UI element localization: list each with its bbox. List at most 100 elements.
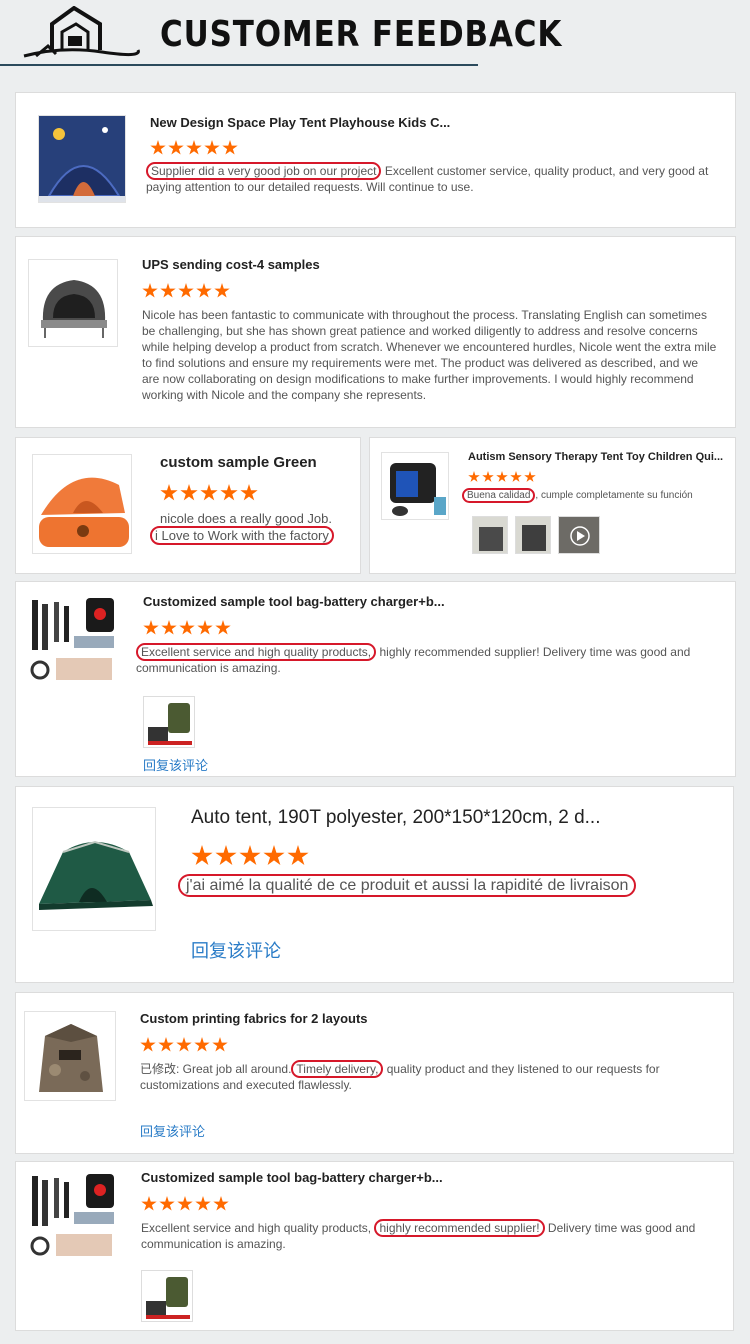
star-icon	[158, 1037, 174, 1052]
rating-stars	[468, 471, 536, 483]
review-text-line: i Love to Work with the factory	[150, 526, 334, 545]
star-icon	[191, 845, 213, 866]
review-text: 已修改: Great job all around. Timely deliver…	[140, 1060, 660, 1092]
star-icon	[195, 1196, 211, 1211]
star-icon	[160, 484, 178, 501]
rating-stars	[143, 620, 231, 636]
review-text: Supplier did a very good job on our proj…	[146, 162, 709, 194]
rating-stars	[140, 1037, 228, 1053]
star-icon	[213, 1196, 229, 1211]
page-title: CUSTOMER FEEDBACK	[160, 14, 563, 55]
star-icon	[179, 620, 195, 635]
star-icon	[180, 484, 198, 501]
star-icon	[178, 283, 194, 298]
star-icon	[176, 1037, 192, 1052]
review-product-title[interactable]: Customized sample tool bag-battery charg…	[141, 1170, 443, 1185]
star-icon	[468, 471, 480, 482]
highlighted-phrase: Buena calidad	[462, 488, 536, 503]
header-divider	[0, 64, 478, 66]
reply-link[interactable]: 回复该评论	[140, 1121, 205, 1140]
star-icon	[204, 140, 220, 155]
review-card: UPS sending cost-4 samples Nicole has be…	[15, 236, 736, 428]
star-icon	[196, 283, 212, 298]
review-text: Excellent service and high quality produ…	[136, 643, 691, 675]
star-icon	[160, 283, 176, 298]
star-icon	[263, 845, 285, 866]
star-icon	[239, 845, 261, 866]
star-icon	[141, 1196, 157, 1211]
review-product-title[interactable]: Custom printing fabrics for 2 layouts	[140, 1011, 368, 1026]
star-icon	[287, 845, 309, 866]
star-icon	[496, 471, 508, 482]
highlighted-phrase: Supplier did a very good job on our proj…	[146, 162, 382, 180]
house-logo-icon	[23, 6, 140, 58]
star-icon	[150, 140, 166, 155]
star-icon	[524, 471, 536, 482]
highlighted-phrase: j'ai aimé la qualité de ce produit et au…	[178, 874, 637, 897]
review-card: Custom printing fabrics for 2 layouts 已修…	[15, 992, 734, 1154]
star-icon	[212, 1037, 228, 1052]
review-product-title[interactable]: New Design Space Play Tent Playhouse Kid…	[150, 115, 450, 130]
review-video-thumb[interactable]	[558, 516, 600, 554]
review-card: Autism Sensory Therapy Tent Toy Children…	[369, 437, 736, 574]
highlighted-phrase: i Love to Work with the factory	[150, 526, 334, 545]
product-thumbnail[interactable]	[32, 454, 132, 554]
star-icon	[197, 620, 213, 635]
review-text: Excellent service and high quality produ…	[141, 1219, 696, 1251]
rating-stars	[160, 484, 258, 502]
star-icon	[482, 471, 494, 482]
review-card: Customized sample tool bag-battery charg…	[15, 1161, 734, 1331]
rating-stars	[150, 140, 238, 156]
reply-link[interactable]: 回复该评论	[143, 755, 208, 774]
review-card: Auto tent, 190T polyester, 200*150*120cm…	[15, 786, 734, 983]
product-thumbnail[interactable]	[24, 1011, 116, 1101]
review-product-title[interactable]: custom sample Green	[160, 454, 317, 471]
product-thumbnail[interactable]	[26, 594, 118, 686]
highlighted-phrase: highly recommended supplier!	[374, 1219, 545, 1237]
page-header: CUSTOMER FEEDBACK	[0, 0, 750, 70]
review-product-title[interactable]: Customized sample tool bag-battery charg…	[143, 594, 445, 609]
product-thumbnail[interactable]	[28, 259, 118, 347]
star-icon	[240, 484, 258, 501]
review-card: New Design Space Play Tent Playhouse Kid…	[15, 92, 736, 228]
review-product-title[interactable]: UPS sending cost-4 samples	[142, 257, 320, 272]
star-icon	[214, 283, 230, 298]
rating-stars	[191, 845, 309, 867]
review-text-line: nicole does a really good Job.	[160, 511, 333, 526]
review-product-title[interactable]: Autism Sensory Therapy Tent Toy Children…	[468, 451, 723, 463]
product-thumbnail[interactable]	[381, 452, 449, 520]
reply-link[interactable]: 回复该评论	[191, 937, 281, 963]
star-icon	[215, 620, 231, 635]
star-icon	[159, 1196, 175, 1211]
rating-stars	[141, 1196, 229, 1212]
star-icon	[200, 484, 218, 501]
review-product-title[interactable]: Auto tent, 190T polyester, 200*150*120cm…	[191, 807, 600, 829]
star-icon	[142, 283, 158, 298]
star-icon	[143, 620, 159, 635]
review-text: j'ai aimé la qualité de ce produit et au…	[178, 874, 637, 897]
star-icon	[140, 1037, 156, 1052]
star-icon	[194, 1037, 210, 1052]
highlighted-phrase: Excellent service and high quality produ…	[136, 643, 377, 661]
star-icon	[215, 845, 237, 866]
review-card: custom sample Green nicole does a really…	[15, 437, 361, 574]
star-icon	[168, 140, 184, 155]
product-thumbnail[interactable]	[26, 1170, 118, 1260]
review-card: Customized sample tool bag-battery charg…	[15, 581, 736, 777]
review-text: Buena calidad, cumple completamente su f…	[462, 488, 693, 503]
star-icon	[177, 1196, 193, 1211]
review-photo[interactable]	[141, 1270, 193, 1322]
review-text: Nicole has been fantastic to communicate…	[142, 308, 717, 402]
product-thumbnail[interactable]	[38, 115, 126, 203]
star-icon	[161, 620, 177, 635]
star-icon	[510, 471, 522, 482]
review-photo[interactable]	[143, 696, 195, 748]
star-icon	[220, 484, 238, 501]
highlighted-phrase: Timely delivery,	[291, 1060, 384, 1078]
rating-stars	[142, 283, 230, 299]
product-thumbnail[interactable]	[32, 807, 156, 931]
star-icon	[186, 140, 202, 155]
star-icon	[222, 140, 238, 155]
review-photo[interactable]	[515, 516, 551, 554]
review-photo[interactable]	[472, 516, 508, 554]
